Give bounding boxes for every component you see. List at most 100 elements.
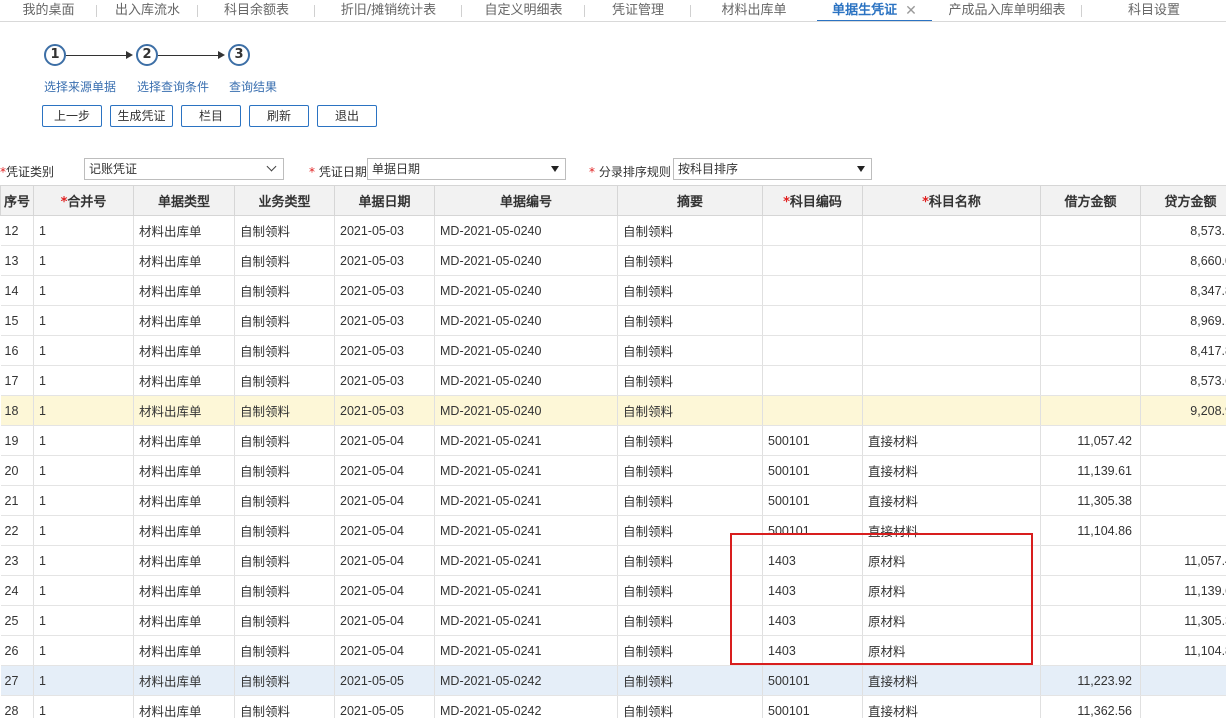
- account-code-cell: [762, 335, 863, 366]
- column-header[interactable]: 贷方金额: [1140, 185, 1226, 216]
- table-row[interactable]: 14 1 材料出库单 自制领料 2021-05-03 MD-2021-05-0240 自制领…: [0, 275, 1226, 306]
- tab-account-balance[interactable]: 科目余额表: [198, 0, 315, 21]
- refresh-button[interactable]: 刷新: [249, 105, 309, 127]
- merge-no-cell: 1: [33, 425, 134, 456]
- credit-cell: 8,347.8: [1140, 275, 1226, 306]
- table-row[interactable]: 20 1 材料出库单 自制领料 2021-05-04 MD-2021-05-0241 自制领…: [0, 455, 1226, 486]
- table-row[interactable]: 28 1 材料出库单 自制领料 2021-05-05 MD-2021-05-0242 自制领…: [0, 695, 1226, 718]
- sort-rule-select[interactable]: 按科目排序: [673, 158, 872, 180]
- doc-type-cell: 材料出库单: [133, 245, 235, 276]
- credit-cell: 8,417.8: [1140, 335, 1226, 366]
- account-name-cell: [862, 275, 1041, 306]
- tab-material-outbound[interactable]: 材料出库单: [691, 0, 817, 21]
- credit-cell: [1140, 665, 1226, 696]
- merge-no-cell: 1: [33, 395, 134, 426]
- column-header[interactable]: 业务类型: [234, 185, 335, 216]
- column-header[interactable]: 借方金额: [1040, 185, 1141, 216]
- voucher-table: 序号 *合并号 单据类型 业务类型 单据日期 单据编号 摘要 *科目编码 *科目名称 借方金额 贷方…: [0, 185, 1226, 718]
- credit-cell: [1140, 425, 1226, 456]
- summary-cell: 自制领料: [617, 425, 763, 456]
- exit-button[interactable]: 退出: [317, 105, 377, 127]
- column-header[interactable]: 单据日期: [334, 185, 435, 216]
- summary-cell: 自制领料: [617, 275, 763, 306]
- account-name-cell: 直接材料: [862, 665, 1041, 696]
- account-name-cell: 直接材料: [862, 515, 1041, 546]
- doc-type-cell: 材料出库单: [133, 305, 235, 336]
- table-row[interactable]: 25 1 材料出库单 自制领料 2021-05-04 MD-2021-05-0241 自制领…: [0, 605, 1226, 636]
- table-row[interactable]: 13 1 材料出库单 自制领料 2021-05-03 MD-2021-05-0240 自制领…: [0, 245, 1226, 276]
- columns-button[interactable]: 栏目: [181, 105, 241, 127]
- table-row[interactable]: 12 1 材料出库单 自制领料 2021-05-03 MD-2021-05-0240 自制领…: [0, 215, 1226, 246]
- merge-no-cell: 1: [33, 275, 134, 306]
- merge-no-cell: 1: [33, 635, 134, 666]
- merge-no-cell: 1: [33, 515, 134, 546]
- column-header[interactable]: *科目编码: [762, 185, 863, 216]
- table-row[interactable]: 26 1 材料出库单 自制领料 2021-05-04 MD-2021-05-0241 自制领…: [0, 635, 1226, 666]
- table-row[interactable]: 19 1 材料出库单 自制领料 2021-05-04 MD-2021-05-0241 自制领…: [0, 425, 1226, 456]
- table-row[interactable]: 16 1 材料出库单 自制领料 2021-05-03 MD-2021-05-0240 自制领…: [0, 335, 1226, 366]
- doc-no-cell: MD-2021-05-0240: [434, 335, 618, 366]
- table-row[interactable]: 15 1 材料出库单 自制领料 2021-05-03 MD-2021-05-0240 自制领…: [0, 305, 1226, 336]
- doc-type-cell: 材料出库单: [133, 335, 235, 366]
- table-row[interactable]: 24 1 材料出库单 自制领料 2021-05-04 MD-2021-05-0241 自制领…: [0, 575, 1226, 606]
- tab-custom-detail[interactable]: 自定义明细表: [462, 0, 585, 21]
- merge-no-cell: 1: [33, 545, 134, 576]
- column-header[interactable]: *合并号: [33, 185, 134, 216]
- biz-type-cell: 自制领料: [234, 695, 335, 718]
- column-header[interactable]: 序号: [0, 185, 34, 216]
- summary-cell: 自制领料: [617, 545, 763, 576]
- table-row[interactable]: 21 1 材料出库单 自制领料 2021-05-04 MD-2021-05-0241 自制领…: [0, 485, 1226, 516]
- doc-type-cell: 材料出库单: [133, 695, 235, 718]
- account-name-cell: 原材料: [862, 605, 1041, 636]
- merge-no-cell: 1: [33, 215, 134, 246]
- prev-step-button[interactable]: 上一步: [42, 105, 102, 127]
- account-code-cell: [762, 305, 863, 336]
- debit-cell: 11,104.86: [1040, 515, 1141, 546]
- tab-doc-to-voucher[interactable]: 单据生凭证 ✕: [817, 0, 932, 21]
- table-row[interactable]: 17 1 材料出库单 自制领料 2021-05-03 MD-2021-05-0240 自制领…: [0, 365, 1226, 396]
- account-code-cell: 1403: [762, 545, 863, 576]
- column-header[interactable]: 单据编号: [434, 185, 618, 216]
- tab-depreciation-stats[interactable]: 折旧/摊销统计表: [315, 0, 462, 21]
- close-icon[interactable]: ✕: [905, 1, 917, 21]
- doc-type-cell: 材料出库单: [133, 575, 235, 606]
- doc-type-cell: 材料出库单: [133, 665, 235, 696]
- table-row[interactable]: 22 1 材料出库单 自制领料 2021-05-04 MD-2021-05-0241 自制领…: [0, 515, 1226, 546]
- column-header[interactable]: *科目名称: [862, 185, 1041, 216]
- tab-account-settings[interactable]: 科目设置: [1082, 0, 1226, 21]
- account-code-cell: 500101: [762, 665, 863, 696]
- table-row[interactable]: 23 1 材料出库单 自制领料 2021-05-04 MD-2021-05-0241 自制领…: [0, 545, 1226, 576]
- account-code-cell: [762, 245, 863, 276]
- debit-cell: [1040, 635, 1141, 666]
- tab-finished-goods-detail[interactable]: 产成品入库单明细表: [932, 0, 1082, 21]
- doc-type-cell: 材料出库单: [133, 365, 235, 396]
- tab-my-desktop[interactable]: 我的桌面: [0, 0, 97, 21]
- generate-voucher-button[interactable]: 生成凭证: [110, 105, 173, 127]
- tab-inout-flow[interactable]: 出入库流水: [97, 0, 198, 21]
- voucher-date-select[interactable]: 单据日期: [367, 158, 566, 180]
- summary-cell: 自制领料: [617, 305, 763, 336]
- doc-no-cell: MD-2021-05-0240: [434, 365, 618, 396]
- doc-no-cell: MD-2021-05-0241: [434, 635, 618, 666]
- table-row[interactable]: 18 1 材料出库单 自制领料 2021-05-03 MD-2021-05-0240 自制领…: [0, 395, 1226, 426]
- biz-type-cell: 自制领料: [234, 425, 335, 456]
- row-index: 20: [0, 455, 34, 486]
- column-header[interactable]: 单据类型: [133, 185, 235, 216]
- merge-no-cell: 1: [33, 695, 134, 718]
- account-code-cell: [762, 395, 863, 426]
- column-header[interactable]: 摘要: [617, 185, 763, 216]
- credit-cell: 8,660.0: [1140, 245, 1226, 276]
- doc-type-cell: 材料出库单: [133, 635, 235, 666]
- tab-voucher-mgmt[interactable]: 凭证管理: [585, 0, 691, 21]
- voucher-type-select[interactable]: 记账凭证: [84, 158, 284, 180]
- summary-cell: 自制领料: [617, 215, 763, 246]
- doc-date-cell: 2021-05-04: [334, 515, 435, 546]
- debit-cell: [1040, 245, 1141, 276]
- doc-no-cell: MD-2021-05-0241: [434, 485, 618, 516]
- doc-type-cell: 材料出库单: [133, 605, 235, 636]
- table-row[interactable]: 27 1 材料出库单 自制领料 2021-05-05 MD-2021-05-0242 自制领…: [0, 665, 1226, 696]
- tab-label: 我的桌面: [22, 3, 75, 18]
- merge-no-cell: 1: [33, 575, 134, 606]
- debit-cell: 11,223.92: [1040, 665, 1141, 696]
- row-index: 28: [0, 695, 34, 718]
